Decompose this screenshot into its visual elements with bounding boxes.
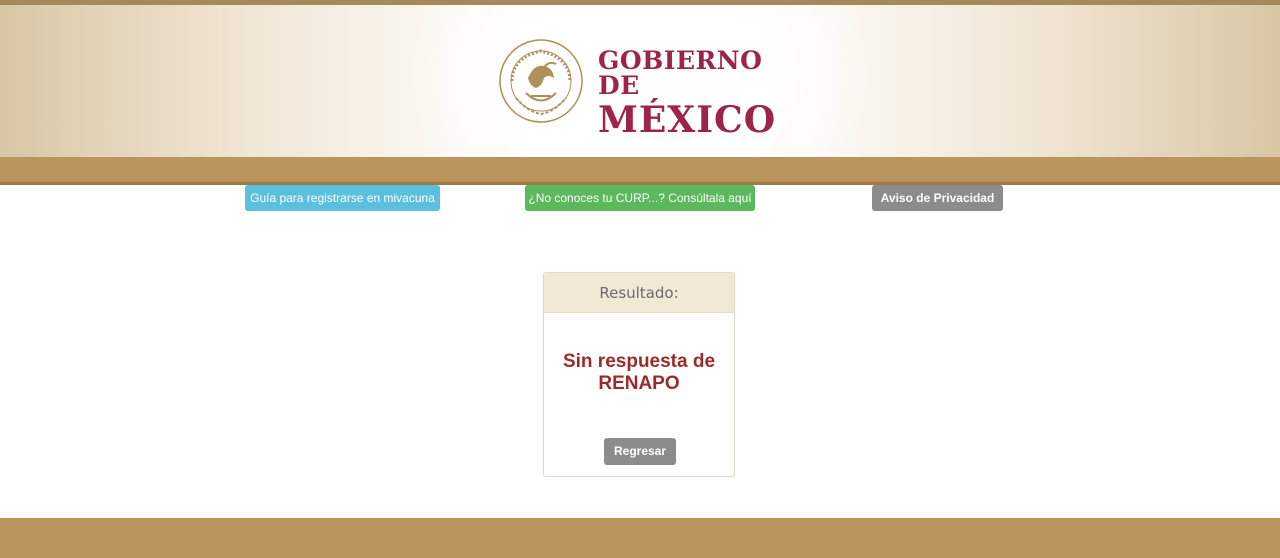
result-message-line-1: Sin respuesta de: [562, 351, 716, 372]
curp-lookup-button[interactable]: ¿No conoces tu CURP...? Consúltala aquí: [525, 185, 755, 211]
result-message: Sin respuesta de RENAPO: [544, 351, 734, 395]
coat-of-arms-icon: [499, 39, 583, 123]
privacy-notice-button[interactable]: Aviso de Privacidad: [872, 185, 1003, 211]
logo-line-2: MÉXICO: [598, 99, 777, 141]
result-panel: Resultado: Sin respuesta de RENAPO Regre…: [543, 272, 735, 477]
footer-band: [0, 518, 1280, 558]
header-gold-band: [0, 157, 1280, 182]
guide-button[interactable]: Guía para registrarse en mivacuna: [245, 185, 440, 211]
gobierno-logo[interactable]: GOBIERNO DE MÉXICO: [498, 38, 788, 138]
logo-wordmark: GOBIERNO DE MÉXICO: [598, 48, 788, 138]
header-banner: GOBIERNO DE MÉXICO: [0, 5, 1280, 157]
logo-line-1: GOBIERNO DE: [598, 46, 763, 100]
back-button[interactable]: Regresar: [604, 438, 676, 465]
result-panel-title: Resultado:: [544, 273, 734, 313]
result-message-line-2: RENAPO: [598, 373, 680, 394]
